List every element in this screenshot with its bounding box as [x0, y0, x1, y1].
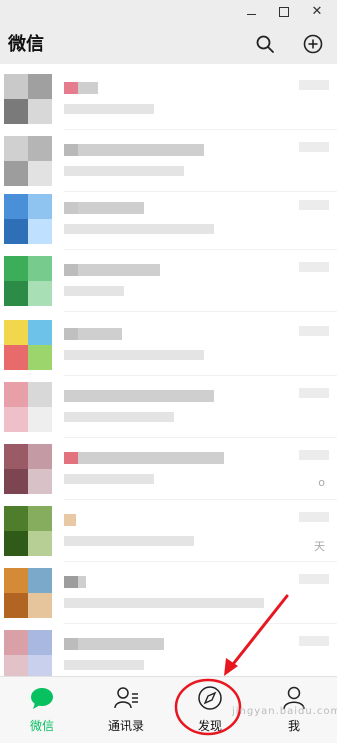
- chat-row[interactable]: [0, 376, 337, 438]
- chat-preview: [64, 104, 154, 114]
- chat-time: [299, 574, 329, 584]
- chat-row[interactable]: [0, 250, 337, 312]
- compass-icon: [198, 686, 222, 710]
- chat-time: [299, 512, 329, 522]
- chat-preview: [64, 286, 124, 296]
- avatar: [4, 320, 52, 370]
- chat-row[interactable]: 天: [0, 500, 337, 562]
- maximize-button[interactable]: [273, 2, 295, 22]
- contacts-icon: [114, 687, 138, 709]
- chat-row[interactable]: [0, 68, 337, 130]
- avatar: [4, 568, 52, 618]
- minimize-button[interactable]: [240, 2, 262, 22]
- chat-name: [64, 264, 160, 276]
- chat-time: [299, 636, 329, 646]
- avatar: [4, 194, 52, 244]
- chat-name: [64, 328, 122, 340]
- chat-row[interactable]: [0, 562, 337, 624]
- nav-item-contacts[interactable]: 通讯录: [84, 677, 168, 743]
- chat-row[interactable]: [0, 130, 337, 192]
- chat-time: [299, 142, 329, 152]
- avatar: [4, 256, 52, 306]
- chat-name: [64, 144, 204, 156]
- row-divider: [64, 311, 337, 312]
- chat-preview: [64, 474, 154, 484]
- chat-tail-char: o: [318, 476, 325, 489]
- chat-time: [299, 388, 329, 398]
- chat-row[interactable]: o: [0, 438, 337, 500]
- avatar: [4, 136, 52, 186]
- nav-label-contacts: 通讯录: [107, 719, 144, 733]
- chat-preview: [64, 660, 144, 670]
- plus-circle-icon[interactable]: [301, 32, 325, 56]
- chat-name: [64, 202, 144, 214]
- nav-label-chats: 微信: [29, 719, 54, 733]
- chat-preview: [64, 598, 264, 608]
- chat-row[interactable]: [0, 624, 337, 676]
- chat-name: [64, 576, 86, 588]
- chat-name: [64, 452, 224, 464]
- avatar: [4, 382, 52, 432]
- chat-preview: [64, 536, 194, 546]
- chat-time: [299, 326, 329, 336]
- watermark: jingyan.baidu.com: [232, 706, 337, 717]
- nav-label-me: 我: [287, 719, 300, 733]
- chat-name: [64, 514, 76, 526]
- chat-name: [64, 82, 98, 94]
- close-button[interactable]: ✕: [306, 2, 328, 22]
- chat-preview: [64, 350, 204, 360]
- window-titlebar: ✕: [0, 0, 337, 24]
- avatar: [4, 74, 52, 124]
- chat-time: [299, 200, 329, 210]
- chat-list[interactable]: o天: [0, 64, 337, 676]
- chat-name: [64, 390, 214, 402]
- avatar: [4, 630, 52, 676]
- chat-time: [299, 80, 329, 90]
- chat-preview: [64, 166, 184, 176]
- chat-tail-char: 天: [314, 540, 325, 553]
- chat-name: [64, 638, 164, 650]
- avatar: [4, 444, 52, 494]
- nav-label-discover: 发现: [197, 719, 222, 733]
- app-header: 微信: [0, 24, 337, 64]
- chat-time: [299, 450, 329, 460]
- chat-row[interactable]: [0, 188, 337, 250]
- chat-row[interactable]: [0, 314, 337, 376]
- avatar: [4, 506, 52, 556]
- page-title: 微信: [8, 34, 44, 55]
- nav-item-chats[interactable]: 微信: [0, 677, 84, 743]
- chat-bubble-icon: [31, 688, 53, 709]
- chat-preview: [64, 224, 214, 234]
- search-icon[interactable]: [253, 32, 277, 56]
- chat-preview: [64, 412, 174, 422]
- chat-time: [299, 262, 329, 272]
